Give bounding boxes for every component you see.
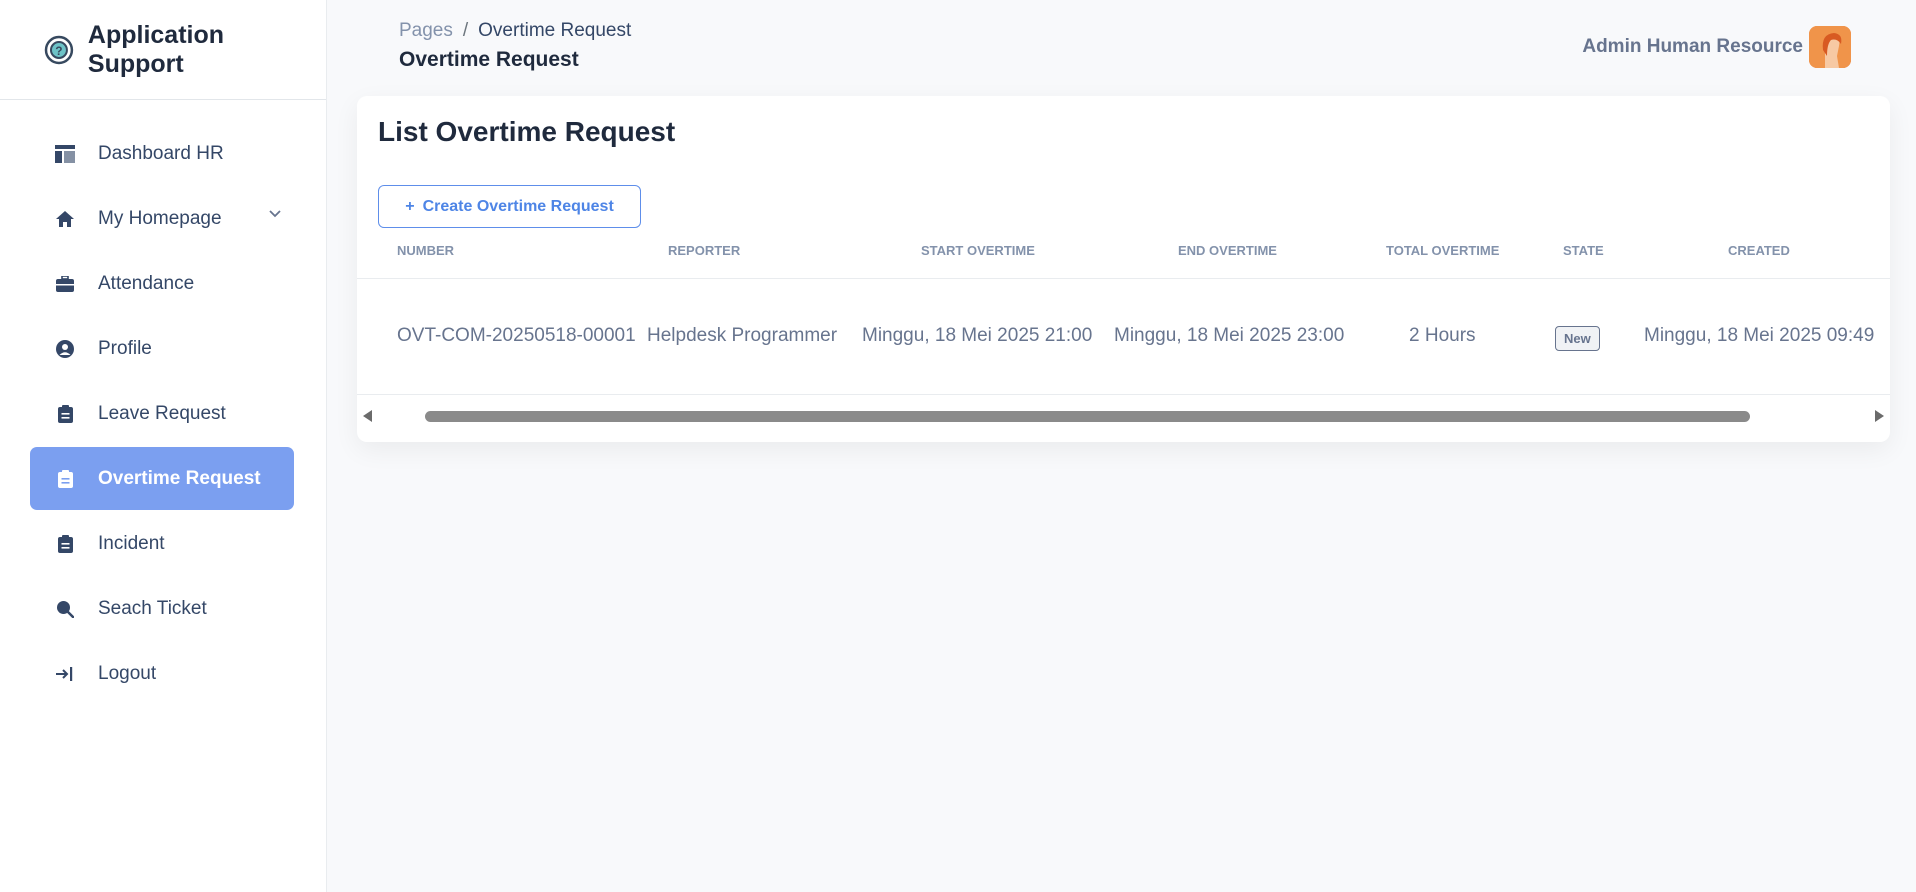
sidebar-item-label: Leave Request <box>98 402 226 424</box>
create-button-label: Create Overtime Request <box>422 197 614 215</box>
help-logo-icon: ? <box>44 35 74 64</box>
sidebar-item-attendance[interactable]: Attendance <box>30 252 294 315</box>
sidebar-item-label: My Homepage <box>98 207 222 229</box>
overtime-list-card: List Overtime Request + Create Overtime … <box>357 96 1890 442</box>
column-header-end-overtime[interactable]: END OVERTIME <box>1178 243 1277 258</box>
briefcase-icon <box>54 273 76 295</box>
svg-text:?: ? <box>55 43 62 57</box>
user-name: Admin Human Resource <box>1582 36 1803 57</box>
chevron-down-icon[interactable] <box>268 209 282 219</box>
sidebar-item-overtime-request[interactable]: Overtime Request <box>30 447 294 510</box>
column-header-total-overtime[interactable]: TOTAL OVERTIME <box>1386 243 1499 258</box>
clipboard-icon <box>54 403 76 425</box>
sidebar-item-my-homepage[interactable]: My Homepage <box>30 187 294 250</box>
brand-name: Application Support <box>87 20 225 78</box>
table-header: NUMBER REPORTER START OVERTIME END OVERT… <box>357 243 1890 279</box>
dashboard-icon <box>54 143 76 165</box>
cell-reporter: Helpdesk Programmer <box>647 325 838 346</box>
sidebar-item-label: Profile <box>98 337 152 359</box>
table-row[interactable]: OVT-COM-20250518-00001 Helpdesk Programm… <box>357 280 1890 395</box>
user-circle-icon <box>54 338 76 360</box>
column-header-reporter[interactable]: REPORTER <box>668 243 740 258</box>
breadcrumb-pages-link[interactable]: Pages <box>399 20 453 42</box>
brand[interactable]: ? Application Support <box>0 0 326 100</box>
column-header-state[interactable]: STATE <box>1563 243 1604 258</box>
create-overtime-request-button[interactable]: + Create Overtime Request <box>378 185 641 228</box>
sidebar-item-label: Seach Ticket <box>98 597 207 619</box>
sidebar-item-dashboard-hr[interactable]: Dashboard HR <box>30 122 294 185</box>
breadcrumb-current: Overtime Request <box>478 20 632 41</box>
breadcrumb: Pages / Overtime Request <box>399 20 631 42</box>
sidebar-item-profile[interactable]: Profile <box>30 317 294 380</box>
cell-total-overtime: 2 Hours <box>1409 325 1476 346</box>
sidebar-item-label: Logout <box>98 662 157 684</box>
user-menu[interactable]: Admin Human Resource <box>1582 26 1851 68</box>
cell-created: Minggu, 18 Mei 2025 09:49 <box>1644 325 1875 346</box>
status-badge: New <box>1555 326 1600 351</box>
clipboard-icon <box>54 533 76 555</box>
horizontal-scrollbar[interactable] <box>357 406 1890 426</box>
scrollbar-thumb[interactable] <box>425 411 1750 422</box>
column-header-created[interactable]: CREATED <box>1728 243 1790 258</box>
cell-end-overtime: Minggu, 18 Mei 2025 23:00 <box>1114 325 1345 346</box>
column-header-start-overtime[interactable]: START OVERTIME <box>921 243 1035 258</box>
breadcrumb-separator: / <box>462 20 469 41</box>
avatar[interactable] <box>1809 26 1851 68</box>
sidebar-item-incident[interactable]: Incident <box>30 512 294 575</box>
sidebar-item-search-ticket[interactable]: Seach Ticket <box>30 577 294 640</box>
sidebar-item-label: Dashboard HR <box>98 142 224 164</box>
top-header: Pages / Overtime Request Overtime Reques… <box>327 0 1916 95</box>
column-header-number[interactable]: NUMBER <box>397 243 454 258</box>
avatar-image-icon <box>1809 26 1851 68</box>
cell-start-overtime: Minggu, 18 Mei 2025 21:00 <box>862 325 1093 346</box>
sidebar-item-leave-request[interactable]: Leave Request <box>30 382 294 445</box>
clipboard-icon <box>54 468 76 490</box>
sidebar-nav: Dashboard HR My Homepage Attendance Prof… <box>0 100 326 705</box>
page-title: Overtime Request <box>399 48 579 71</box>
sidebar-item-logout[interactable]: Logout <box>30 642 294 705</box>
scroll-right-arrow-icon[interactable] <box>1875 410 1884 422</box>
card-title: List Overtime Request <box>378 116 676 147</box>
sidebar: ? Application Support Dashboard HR My Ho… <box>0 0 327 892</box>
scroll-left-arrow-icon[interactable] <box>363 410 372 422</box>
home-icon <box>54 208 76 230</box>
sidebar-item-label: Attendance <box>98 272 195 294</box>
sidebar-item-label: Overtime Request <box>98 467 261 489</box>
sidebar-item-label: Incident <box>98 532 165 554</box>
logout-icon <box>54 663 76 685</box>
search-icon <box>54 598 76 620</box>
plus-icon: + <box>405 197 415 215</box>
cell-number[interactable]: OVT-COM-20250518-00001 <box>397 325 636 347</box>
